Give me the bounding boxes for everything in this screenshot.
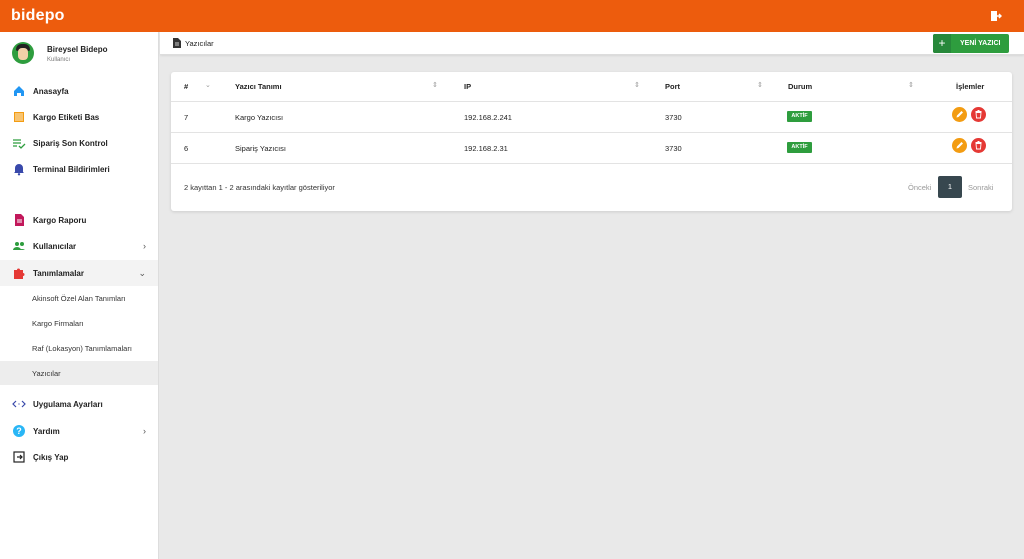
sidebar-item-uygulama-ayarlari[interactable]: Uygulama Ayarları [0, 391, 158, 417]
sidebar-item-siparis-son-kontrol[interactable]: Sipariş Son Kontrol [0, 130, 158, 156]
sidebar-item-tanimlamalar[interactable]: Tanımlamalar ⌄ [0, 260, 158, 286]
delete-button[interactable] [971, 107, 986, 122]
svg-text:?: ? [16, 426, 22, 436]
sort-icon[interactable]: ⇕ [634, 81, 640, 89]
sidebar: Bireysel Bidepo Kullanıcı Anasayfa Kargo… [0, 32, 159, 559]
sidebar-item-anasayfa[interactable]: Anasayfa [0, 78, 158, 104]
sidebar-item-label: Kullanıcılar [33, 242, 77, 251]
cell-ip: 192.168.2.31 [464, 144, 508, 153]
chevron-right-icon: › [143, 426, 146, 436]
sidebar-item-label: Anasayfa [33, 87, 69, 96]
page-header: Yazıcılar + YENİ YAZICI [160, 32, 1024, 55]
column-header-id[interactable]: # [184, 82, 188, 91]
plus-icon: + [933, 34, 951, 53]
pagination-next[interactable]: Sonraki [968, 183, 993, 192]
page-title: Yazıcılar [185, 39, 214, 48]
printers-table-card: # ⌄ Yazıcı Tanımı ⇕ IP ⇕ Port ⇕ Durum ⇕ … [171, 72, 1012, 211]
bell-icon [14, 164, 24, 176]
column-header-status[interactable]: Durum [788, 82, 812, 91]
avatar [12, 42, 34, 64]
pagination-prev[interactable]: Önceki [908, 183, 931, 192]
cell-id: 7 [184, 113, 189, 122]
cell-id: 6 [184, 144, 189, 153]
checklist-icon [13, 139, 26, 149]
sidebar-subitem-raf-tanimlamalari[interactable]: Raf (Lokasyon) Tanımlamaları [0, 336, 158, 360]
column-header-name[interactable]: Yazıcı Tanımı [235, 82, 282, 91]
trash-icon [975, 110, 982, 119]
column-header-port[interactable]: Port [665, 82, 680, 91]
sort-icon[interactable]: ⌄ [205, 81, 211, 89]
sort-icon[interactable]: ⇕ [757, 81, 763, 89]
sort-icon[interactable]: ⇕ [432, 81, 438, 89]
user-profile: Bireysel Bidepo Kullanıcı [0, 32, 158, 78]
users-icon [13, 242, 25, 250]
sidebar-item-label: Yardım [33, 427, 60, 436]
brand-logo[interactable]: bidepo [11, 7, 65, 25]
sidebar-item-yardim[interactable]: ? Yardım › [0, 418, 158, 444]
sidebar-item-label: Tanımlamalar [33, 269, 84, 278]
sidebar-item-kargo-raporu[interactable]: Kargo Raporu [0, 207, 158, 233]
barcode-icon [14, 112, 24, 122]
report-icon [15, 214, 24, 226]
profile-role: Kullanıcı [47, 57, 71, 63]
sidebar-subitem-label: Yazıcılar [32, 369, 61, 378]
divider [171, 163, 1012, 164]
exit-icon [13, 451, 25, 463]
sidebar-subitem-label: Akinsoft Özel Alan Tanımları [32, 294, 126, 303]
pencil-icon [956, 142, 963, 149]
column-header-actions: İşlemler [956, 82, 985, 91]
status-badge: AKTİF [787, 142, 812, 153]
sidebar-item-kullanicilar[interactable]: Kullanıcılar › [0, 233, 158, 259]
pagination-page-1[interactable]: 1 [938, 176, 962, 198]
top-bar: bidepo [0, 0, 1024, 32]
sidebar-item-label: Kargo Etiketi Bas [33, 113, 100, 122]
sidebar-subitem-yazicilar[interactable]: Yazıcılar [0, 361, 158, 385]
cell-name: Sipariş Yazıcısı [235, 144, 286, 153]
table-row: 6 Sipariş Yazıcısı 192.168.2.31 3730 AKT… [171, 132, 1012, 163]
sidebar-item-label: Uygulama Ayarları [33, 400, 103, 409]
sidebar-subitem-label: Raf (Lokasyon) Tanımlamaları [32, 344, 132, 353]
chevron-down-icon: ⌄ [138, 268, 146, 278]
sidebar-item-kargo-etiketi-bas[interactable]: Kargo Etiketi Bas [0, 104, 158, 130]
sidebar-item-label: Terminal Bildirimleri [33, 165, 110, 174]
table-row: 7 Kargo Yazıcısı 192.168.2.241 3730 AKTİ… [171, 101, 1012, 132]
sidebar-subitem-akinsoft[interactable]: Akinsoft Özel Alan Tanımları [0, 286, 158, 310]
column-header-ip[interactable]: IP [464, 82, 471, 91]
pencil-icon [956, 111, 963, 118]
code-icon [12, 400, 26, 408]
profile-name: Bireysel Bidepo [47, 45, 108, 54]
help-icon: ? [13, 425, 25, 437]
edit-button[interactable] [952, 138, 967, 153]
sidebar-subitem-kargo-firmalari[interactable]: Kargo Firmaları [0, 311, 158, 335]
delete-button[interactable] [971, 138, 986, 153]
puzzle-icon [14, 268, 25, 279]
sort-icon[interactable]: ⇕ [908, 81, 914, 89]
sidebar-item-label: Çıkış Yap [33, 453, 69, 462]
cell-ip: 192.168.2.241 [464, 113, 512, 122]
table-summary: 2 kayıttan 1 - 2 arasındaki kayıtlar gös… [184, 183, 335, 192]
cell-port: 3730 [665, 113, 682, 122]
new-printer-button[interactable]: + YENİ YAZICI [933, 34, 1009, 53]
edit-button[interactable] [952, 107, 967, 122]
trash-icon [975, 141, 982, 150]
cell-name: Kargo Yazıcısı [235, 113, 284, 122]
sidebar-item-label: Sipariş Son Kontrol [33, 139, 108, 148]
new-printer-label: YENİ YAZICI [960, 40, 1001, 47]
sidebar-item-label: Kargo Raporu [33, 216, 87, 225]
status-badge: AKTİF [787, 111, 812, 122]
sidebar-item-cikis-yap[interactable]: Çıkış Yap [0, 444, 158, 470]
sidebar-item-terminal-bildirimleri[interactable]: Terminal Bildirimleri [0, 156, 158, 182]
logout-icon[interactable] [990, 10, 1002, 22]
chevron-right-icon: › [143, 241, 146, 251]
cell-port: 3730 [665, 144, 682, 153]
document-icon [173, 38, 181, 48]
sidebar-subitem-label: Kargo Firmaları [32, 319, 84, 328]
home-icon [14, 86, 24, 96]
